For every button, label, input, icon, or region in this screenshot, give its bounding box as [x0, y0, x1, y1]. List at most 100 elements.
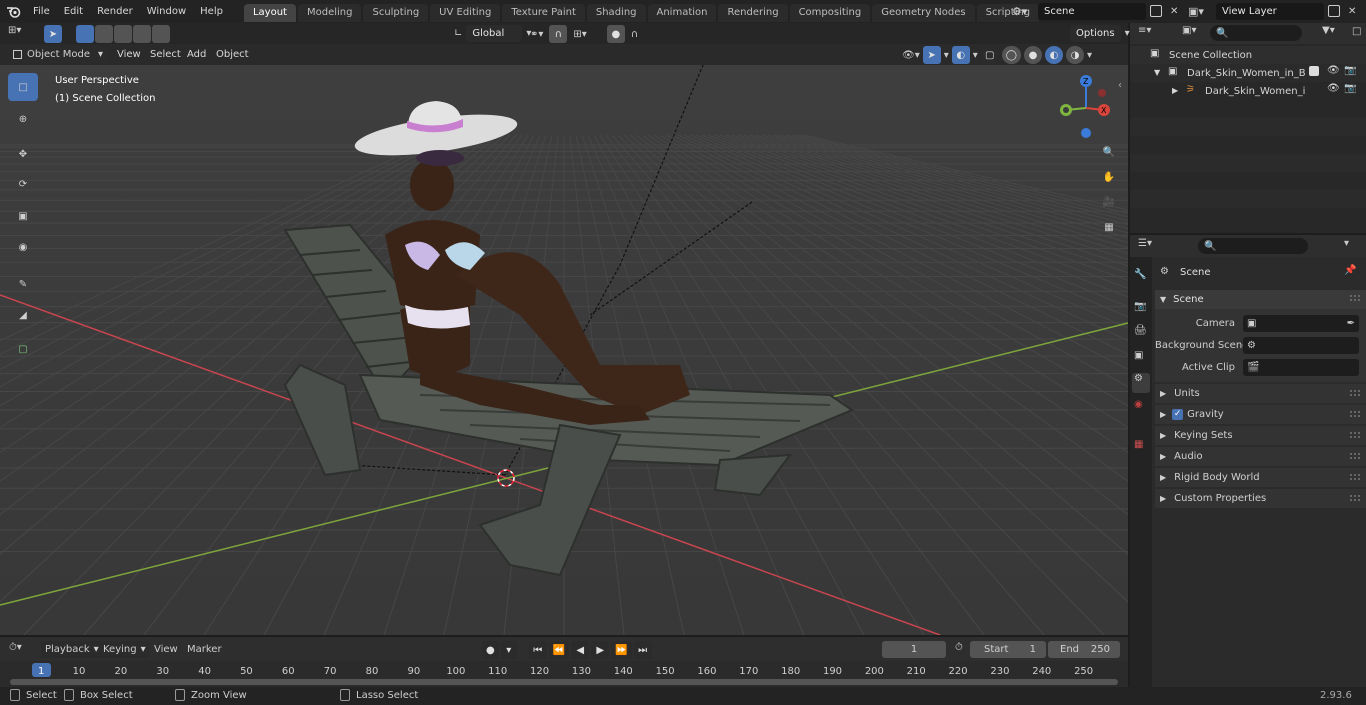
chevron-down-icon[interactable]: ▾: [1087, 50, 1092, 61]
gravity-checkbox[interactable]: ✓: [1172, 409, 1184, 420]
chevron-down-icon[interactable]: ▾: [944, 50, 949, 61]
pan-hand-icon[interactable]: ✋: [1098, 166, 1120, 188]
select-subtract-icon[interactable]: [114, 25, 132, 43]
eyedropper-icon[interactable]: ✒: [1347, 318, 1355, 329]
camera-view-icon[interactable]: 🎥: [1098, 191, 1120, 213]
navigation-gizmo[interactable]: Z X: [1056, 73, 1116, 143]
properties-search-input[interactable]: 🔍: [1198, 238, 1308, 254]
transform-tool-icon[interactable]: ◉: [8, 233, 38, 261]
chevron-down-icon[interactable]: ▾: [500, 641, 517, 659]
eye-icon[interactable]: 👁: [1327, 83, 1340, 94]
3d-viewport[interactable]: User Perspective (1) Scene Collection □ …: [0, 65, 1128, 635]
playback-menu[interactable]: Playback ▾: [41, 641, 103, 658]
tab-texture-paint[interactable]: Texture Paint: [502, 3, 585, 22]
tab-layout[interactable]: Layout: [243, 3, 296, 22]
view-layer-field[interactable]: View Layer: [1216, 2, 1324, 20]
blender-logo-icon[interactable]: [0, 5, 26, 18]
background-scene-field[interactable]: ⚙: [1243, 337, 1359, 354]
chevron-down-icon[interactable]: ▾: [973, 50, 978, 61]
timeline-scrollbar[interactable]: [10, 679, 1118, 685]
display-mode-icon[interactable]: ▣▾: [1182, 25, 1196, 36]
camera-icon[interactable]: 📷: [1344, 65, 1356, 76]
section-audio[interactable]: ▶ Audio: [1155, 447, 1366, 466]
drag-handle-icon[interactable]: [1350, 432, 1360, 438]
eye-icon[interactable]: 👁: [1327, 65, 1340, 76]
scale-tool-icon[interactable]: ▣: [8, 202, 38, 230]
next-keyframe-icon[interactable]: ⏩: [611, 641, 632, 659]
drag-handle-icon[interactable]: [1350, 453, 1360, 459]
scene-panel-header[interactable]: ▼ Scene: [1155, 290, 1366, 309]
material-shading-icon[interactable]: ◐: [1044, 46, 1063, 64]
tab-uv-editing[interactable]: UV Editing: [430, 3, 501, 22]
cursor-tool-icon[interactable]: ⊕: [8, 105, 38, 133]
jump-end-icon[interactable]: ⏭: [633, 641, 652, 659]
solid-shading-icon[interactable]: ●: [1023, 46, 1042, 64]
menu-window[interactable]: Window: [140, 0, 193, 23]
menu-help[interactable]: Help: [193, 0, 230, 23]
scene-tab-icon[interactable]: ⚙: [1132, 373, 1150, 393]
record-icon[interactable]: ●: [482, 641, 499, 659]
select-intersect-icon[interactable]: [152, 25, 170, 43]
measure-tool-icon[interactable]: ◢: [8, 301, 38, 329]
editor-type-button[interactable]: ⊞▾: [8, 25, 21, 36]
select-tool-icon[interactable]: ➤: [44, 25, 62, 43]
sidebar-toggle-icon[interactable]: ‹: [1118, 80, 1122, 91]
menu-render[interactable]: Render: [90, 0, 140, 23]
close-scene-icon[interactable]: ✕: [1170, 6, 1178, 17]
tab-geometry-nodes[interactable]: Geometry Nodes: [872, 3, 975, 22]
pivot-icon[interactable]: ⚭▾: [530, 29, 543, 40]
tab-modeling[interactable]: Modeling: [297, 3, 362, 22]
menu-file[interactable]: File: [26, 0, 57, 23]
tab-rendering[interactable]: Rendering: [718, 3, 788, 22]
tab-compositing[interactable]: Compositing: [789, 3, 871, 22]
select-box-tool-icon[interactable]: □: [8, 73, 38, 101]
gizmo-toggle-icon[interactable]: ➤: [922, 46, 941, 64]
snap-toggle-icon[interactable]: ∩: [549, 25, 568, 43]
wireframe-shading-icon[interactable]: ◯: [1001, 46, 1021, 64]
scene-model[interactable]: [0, 65, 1128, 635]
pin-icon[interactable]: 📌: [1344, 265, 1356, 276]
add-cube-tool-icon[interactable]: ▢: [8, 335, 38, 363]
tab-animation[interactable]: Animation: [647, 3, 717, 22]
drag-handle-icon[interactable]: [1350, 390, 1360, 396]
section-rigid-body-world[interactable]: ▶ Rigid Body World: [1155, 468, 1366, 487]
perspective-grid-icon[interactable]: ▦: [1098, 216, 1120, 238]
scene-selector[interactable]: ⚙▾ Scene ✕: [1012, 2, 1182, 20]
copy-scene-icon[interactable]: [1150, 5, 1162, 17]
select-new-icon[interactable]: [76, 25, 94, 43]
drag-handle-icon[interactable]: [1350, 411, 1360, 417]
active-clip-field[interactable]: 🎬: [1243, 359, 1359, 376]
visibility-icon[interactable]: 👁▾: [902, 50, 920, 61]
menu-edit[interactable]: Edit: [57, 0, 90, 23]
stopwatch-icon[interactable]: ⏱: [955, 642, 963, 653]
section-gravity[interactable]: ▶ ✓ Gravity: [1155, 405, 1366, 424]
texture-tab-icon[interactable]: ▦: [1134, 439, 1143, 450]
prev-keyframe-icon[interactable]: ⏪: [548, 641, 570, 659]
timeline-marker-menu[interactable]: Marker: [187, 644, 222, 655]
end-frame-field[interactable]: End 250: [1048, 641, 1120, 658]
world-tab-icon[interactable]: ◉: [1134, 399, 1143, 410]
xray-toggle-icon[interactable]: ▢: [980, 46, 999, 64]
timeline-view-menu[interactable]: View: [154, 644, 178, 655]
chevron-down-icon[interactable]: ▾: [1344, 238, 1349, 249]
tab-shading[interactable]: Shading: [586, 3, 646, 22]
keying-menu[interactable]: Keying ▾: [99, 641, 150, 658]
checkbox-icon[interactable]: [1309, 66, 1319, 76]
annotate-tool-icon[interactable]: ✎: [8, 270, 38, 298]
tab-sculpting[interactable]: Sculpting: [363, 3, 429, 22]
filter-icon[interactable]: ▼▾: [1322, 25, 1335, 36]
section-keying-sets[interactable]: ▶ Keying Sets: [1155, 426, 1366, 445]
tool-tab-icon[interactable]: 🔧: [1134, 269, 1146, 280]
view-layer-selector[interactable]: ▣▾ View Layer ✕: [1188, 2, 1364, 20]
select-invert-icon[interactable]: [133, 25, 151, 43]
start-frame-field[interactable]: Start 1: [970, 641, 1046, 658]
zoom-icon[interactable]: 🔍: [1098, 141, 1120, 163]
options-button[interactable]: Options ▾: [1070, 25, 1130, 42]
jump-start-icon[interactable]: ⏮: [528, 641, 547, 659]
rendered-shading-icon[interactable]: ◑: [1065, 46, 1084, 64]
view-layer-tab-icon[interactable]: ▣: [1134, 350, 1143, 361]
play-reverse-icon[interactable]: ◀: [571, 641, 590, 659]
transform-orientation[interactable]: ∟ Global ▾: [454, 25, 531, 42]
chevron-down-icon[interactable]: ▼: [1154, 68, 1160, 77]
camera-field[interactable]: ▣ ✒: [1243, 315, 1359, 332]
